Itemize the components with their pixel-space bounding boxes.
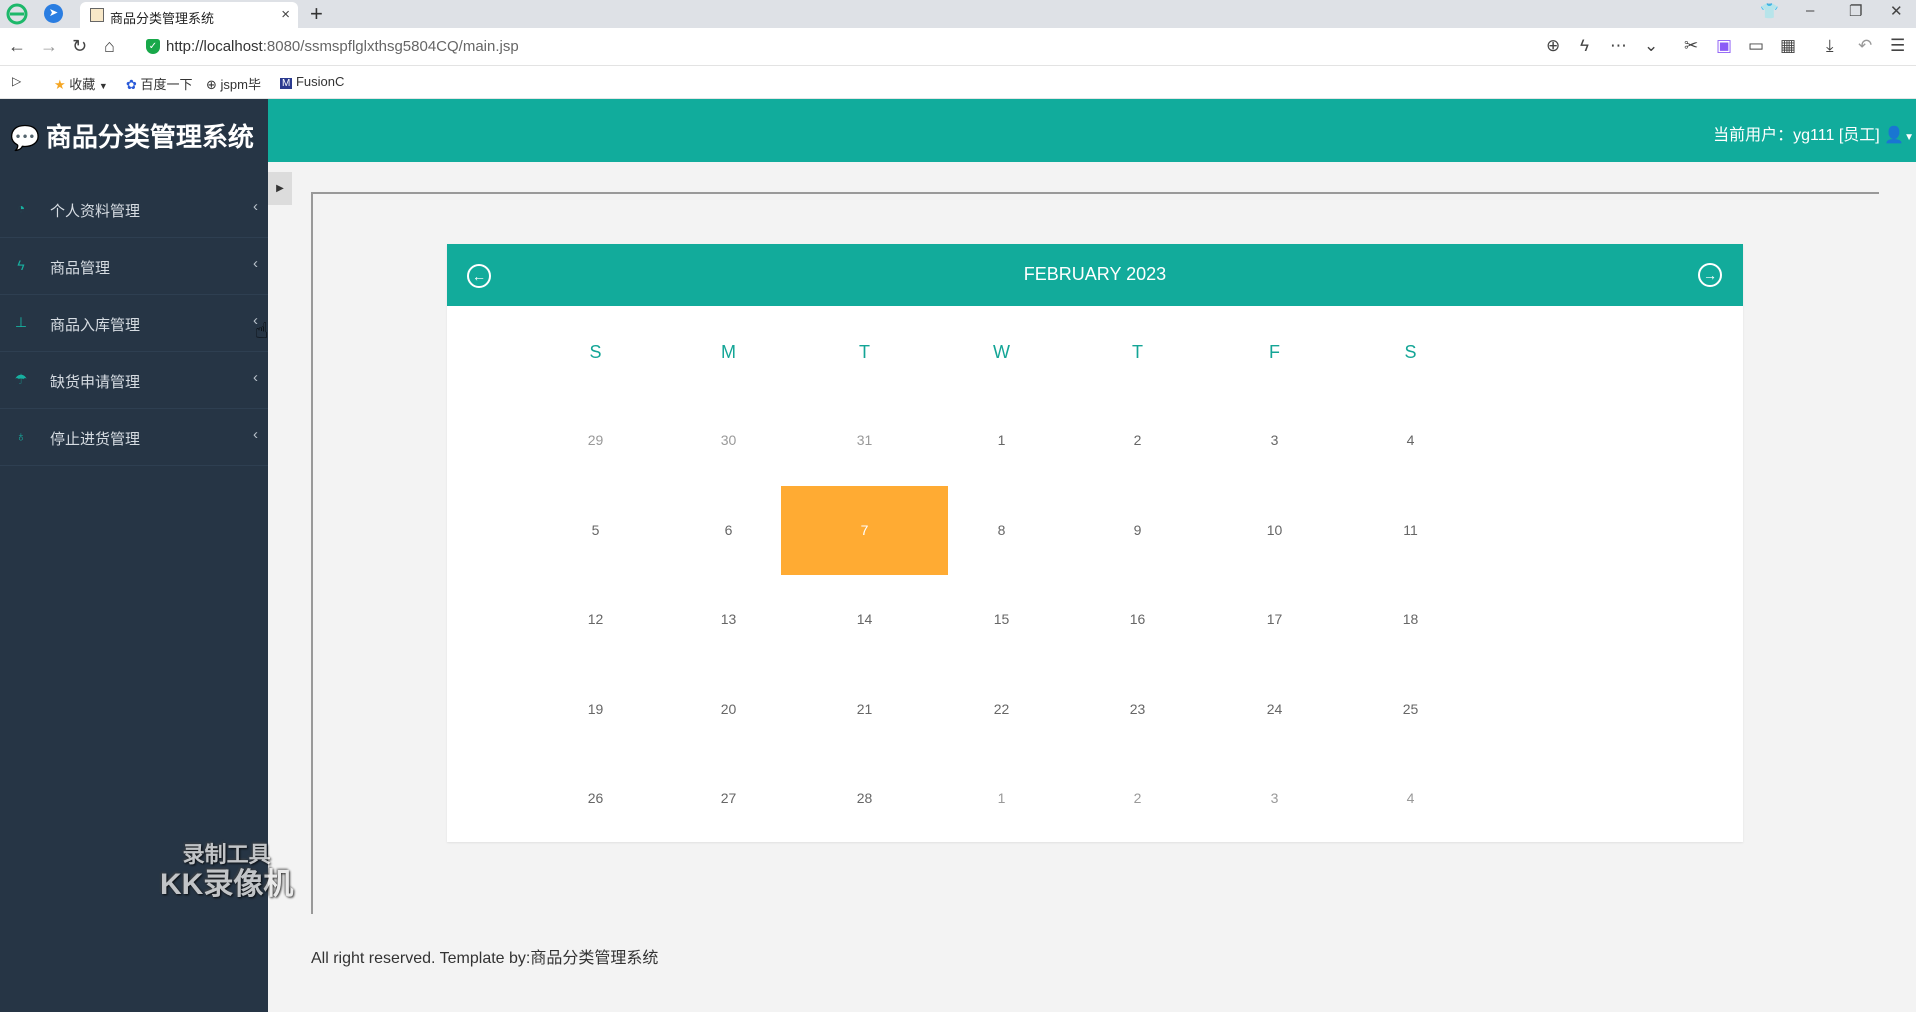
- home-icon[interactable]: ⌂: [104, 36, 115, 57]
- calendar-day[interactable]: 4: [1327, 754, 1494, 843]
- screenshot-icon[interactable]: ▭: [1748, 36, 1764, 56]
- sitemap-icon: ⊥: [14, 314, 28, 330]
- user-icon: 👤: [1884, 127, 1905, 144]
- browser-tab-bar: ➤ 商品分类管理系统 × + 👕 – ❐ ✕: [0, 0, 1916, 28]
- calendar-title: FEBRUARY 2023: [1023, 264, 1167, 284]
- secure-shield-icon: ✓: [146, 39, 160, 54]
- watermark-line1: 录制工具: [182, 842, 271, 867]
- bookmarks-toggle-icon[interactable]: ▷: [12, 74, 21, 88]
- menu-icon[interactable]: ☰: [1890, 36, 1905, 56]
- telegram-icon[interactable]: ➤: [44, 4, 63, 23]
- sidebar-menu: ◔ 个人资料管理 ‹ ϟ 商品管理 ‹ ⊥ 商品入库管理 ‹ ☂ 缺货申请管理 …: [0, 181, 268, 466]
- browser-logo-icon[interactable]: [6, 3, 28, 25]
- next-month-icon[interactable]: →: [1698, 263, 1722, 287]
- bookmark-fusion-label: FusionC: [295, 74, 345, 89]
- skin-icon[interactable]: 👕: [1760, 2, 1779, 20]
- bookmark-favorites[interactable]: ★ 收藏 ▼: [54, 74, 108, 93]
- lightning-icon[interactable]: ϟ: [1580, 36, 1589, 56]
- back-icon[interactable]: ←: [8, 36, 26, 57]
- tab-close-icon[interactable]: ×: [281, 6, 290, 23]
- sidebar-item-label: 缺货申请管理: [50, 374, 141, 391]
- calendar-day[interactable]: 4: [1327, 396, 1494, 485]
- hand-cursor-icon: ☝: [255, 318, 269, 343]
- minimize-icon[interactable]: –: [1806, 2, 1814, 19]
- calendar-day[interactable]: 25: [1327, 665, 1494, 754]
- bookmark-favorites-label: 收藏: [69, 77, 96, 92]
- recorder-watermark: 录制工具 KK录像机: [160, 840, 293, 900]
- calendar: ← FEBRUARY 2023 → S M T W T F S 29 30 31 1 2 3 4 5 6 7 8 9…: [447, 244, 1743, 842]
- translate-icon[interactable]: ▣: [1716, 36, 1732, 56]
- sidebar-item-stop-purchase[interactable]: ♁ 停止进货管理 ‹: [0, 409, 268, 466]
- bookmark-jspm[interactable]: ⊕ jspm毕: [206, 74, 261, 93]
- url-field[interactable]: http://localhost:8080/ssmspflglxthsg5804…: [166, 38, 519, 55]
- sidebar-item-shortage[interactable]: ☂ 缺货申请管理 ‹: [0, 352, 268, 409]
- bookmark-fusion[interactable]: M FusionC: [280, 74, 344, 89]
- browser-tab[interactable]: 商品分类管理系统 ×: [80, 2, 298, 28]
- lightbulb-icon: ♁: [15, 428, 27, 444]
- bookmark-jspm-label: jspm毕: [220, 77, 261, 92]
- bookmark-baidu[interactable]: ✿ 百度一下: [126, 74, 193, 93]
- tab-favicon-icon: [90, 8, 104, 22]
- dashboard-icon: ◔: [16, 200, 26, 216]
- weekday-header: S: [1404, 342, 1417, 362]
- chevron-down-icon[interactable]: ⌄: [1644, 36, 1658, 56]
- forward-icon[interactable]: →: [40, 36, 58, 57]
- bookmarks-bar: ▷ ★ 收藏 ▼ ✿ 百度一下 ⊕ jspm毕 M FusionC: [0, 66, 1916, 99]
- footer-text: All right reserved. Template by:商品分类管理系统: [311, 950, 659, 967]
- sidebar-item-label: 停止进货管理: [50, 431, 141, 448]
- url-host: http://localhost: [166, 38, 263, 55]
- comments-icon: 💬: [10, 125, 40, 152]
- sidebar-item-stock-in[interactable]: ⊥ 商品入库管理 ‹: [0, 295, 268, 352]
- bolt-icon: ϟ: [17, 257, 25, 273]
- address-bar: ← → ↻ ⌂ ✓ http://localhost:8080/ssmspflg…: [0, 28, 1916, 66]
- zoom-icon[interactable]: ⊕: [1546, 36, 1560, 56]
- sidebar-item-label: 商品入库管理: [50, 317, 141, 334]
- globe-icon: ⊕: [206, 77, 217, 92]
- chevron-left-icon: ‹: [253, 369, 258, 386]
- undo-icon[interactable]: ↶: [1858, 36, 1872, 56]
- sidebar-item-label: 个人资料管理: [50, 203, 141, 220]
- chevron-left-icon: ‹: [253, 426, 258, 443]
- caret-down-icon: ▼: [1904, 132, 1914, 143]
- reload-icon[interactable]: ↻: [72, 36, 87, 57]
- chevron-left-icon: ‹: [253, 198, 258, 215]
- restore-icon[interactable]: ❐: [1849, 2, 1862, 20]
- brand[interactable]: 💬 商品分类管理系统: [10, 117, 254, 154]
- baidu-paw-icon: ✿: [126, 77, 137, 92]
- tab-title: 商品分类管理系统: [110, 11, 215, 26]
- calendar-header: ← FEBRUARY 2023 →: [447, 244, 1743, 306]
- chevron-left-icon: ‹: [253, 255, 258, 272]
- brand-title: 商品分类管理系统: [45, 122, 254, 152]
- top-header: 当前用户：yg111 [员工] 👤▼: [268, 99, 1916, 162]
- download-icon[interactable]: ⤓: [1826, 36, 1834, 56]
- watermark-line2: KK录像机: [160, 868, 294, 901]
- current-user-label: 当前用户：yg111 [员工]: [1713, 127, 1880, 144]
- fusion-logo-icon: M: [280, 78, 293, 89]
- more-icon[interactable]: ⋯: [1610, 36, 1627, 56]
- scissors-icon[interactable]: ✂: [1684, 36, 1698, 56]
- calendar-day[interactable]: 18: [1327, 575, 1494, 664]
- umbrella-icon: ☂: [14, 371, 28, 387]
- user-menu[interactable]: 当前用户：yg111 [员工] 👤▼: [1713, 121, 1914, 145]
- bookmark-baidu-label: 百度一下: [140, 77, 193, 92]
- apps-icon[interactable]: ▦: [1780, 36, 1796, 56]
- url-path: :8080/ssmspflglxthsg5804CQ/main.jsp: [262, 38, 519, 55]
- caret-down-icon: ▼: [98, 81, 108, 91]
- sidebar-item-profile[interactable]: ◔ 个人资料管理 ‹: [0, 181, 268, 238]
- new-tab-button[interactable]: +: [310, 1, 323, 27]
- close-window-icon[interactable]: ✕: [1890, 2, 1903, 20]
- sidebar-item-products[interactable]: ϟ 商品管理 ‹: [0, 238, 268, 295]
- calendar-day[interactable]: 11: [1327, 486, 1494, 575]
- sidebar-toggle-button[interactable]: ▶: [268, 172, 292, 205]
- sidebar-item-label: 商品管理: [50, 260, 111, 277]
- star-icon: ★: [54, 77, 66, 92]
